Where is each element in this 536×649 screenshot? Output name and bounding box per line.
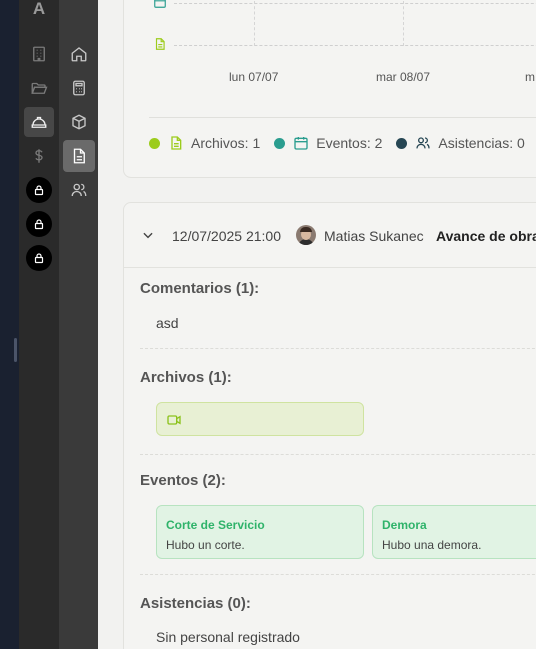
entry-timestamp: 12/07/2025 21:00 xyxy=(172,228,281,244)
day-divider xyxy=(403,1,404,46)
box-icon xyxy=(72,114,86,130)
timeline-card: lun 07/07 mar 08/07 m Archivos: 1 Evento… xyxy=(123,0,536,178)
lock-icon xyxy=(34,185,44,196)
legend-files: Archivos: 1 xyxy=(149,135,260,151)
resize-handle[interactable] xyxy=(14,338,17,362)
log-entry-card: 12/07/2025 21:00 Matias Sukanec Avance d… xyxy=(123,202,536,649)
locked-module-2[interactable] xyxy=(26,211,52,237)
materials-nav-item[interactable] xyxy=(63,106,95,138)
day-label: lun 07/07 xyxy=(229,70,279,84)
main-content: lun 07/07 mar 08/07 m Archivos: 1 Evento… xyxy=(98,0,536,649)
document-icon xyxy=(73,148,85,164)
legend-attendance-label: Asistencias: 0 xyxy=(438,135,525,151)
folder-open-icon xyxy=(31,82,48,94)
calendar-icon xyxy=(154,0,166,8)
files-title: Archivos (1): xyxy=(140,369,232,386)
legend-events-label: Eventos: 2 xyxy=(316,135,383,151)
divider xyxy=(140,454,536,455)
attendance-empty: Sin personal registrado xyxy=(156,629,300,645)
finance-nav-item[interactable] xyxy=(24,141,54,171)
comments-title: Comentarios (1): xyxy=(140,280,260,297)
dollar-icon xyxy=(35,149,43,163)
divider xyxy=(140,574,536,575)
day-divider xyxy=(254,1,255,46)
divider xyxy=(149,117,536,118)
event-title: Demora xyxy=(382,518,427,532)
timeline-row-events xyxy=(174,3,536,4)
entry-header[interactable]: 12/07/2025 21:00 Matias Sukanec Avance d… xyxy=(124,203,536,268)
timeline-row-files xyxy=(174,45,536,46)
entry-type: Avance de obra xyxy=(436,228,536,244)
legend-dot xyxy=(149,137,160,149)
primary-sidebar: A xyxy=(19,0,59,649)
budget-nav-item[interactable] xyxy=(63,72,95,104)
legend-dot xyxy=(274,137,286,149)
entry-author: Matias Sukanec xyxy=(324,228,424,244)
day-label: mar 08/07 xyxy=(376,70,431,84)
file-attachment[interactable] xyxy=(156,402,364,436)
home-nav-item[interactable] xyxy=(63,38,95,70)
event-title: Corte de Servicio xyxy=(166,518,265,532)
legend-attendance: Asistencias: 0 xyxy=(396,135,525,151)
projects-nav-item[interactable] xyxy=(24,73,54,103)
event-card[interactable]: Corte de Servicio Hubo un corte. xyxy=(156,505,364,559)
works-nav-item[interactable] xyxy=(24,107,54,137)
event-desc: Hubo un corte. xyxy=(166,538,245,552)
building-icon xyxy=(33,46,45,62)
window-edge xyxy=(0,0,19,649)
events-title: Eventos (2): xyxy=(140,472,226,489)
attendance-title: Asistencias (0): xyxy=(140,595,251,612)
buildings-nav-item[interactable] xyxy=(24,39,54,69)
event-card[interactable]: Demora Hubo una demora. xyxy=(372,505,536,559)
file-icon xyxy=(171,136,182,150)
comment-text: asd xyxy=(156,315,179,331)
legend-files-label: Archivos: 1 xyxy=(191,135,261,151)
video-icon xyxy=(167,415,181,425)
secondary-sidebar xyxy=(59,0,98,649)
home-icon xyxy=(71,47,87,62)
locked-module-3[interactable] xyxy=(26,245,52,271)
users-icon xyxy=(71,183,87,197)
calculator-icon xyxy=(73,80,85,96)
logbook-nav-item[interactable] xyxy=(63,140,95,172)
calendar-icon xyxy=(294,137,308,150)
day-label: m xyxy=(525,70,535,84)
divider xyxy=(140,348,536,349)
users-icon xyxy=(416,137,431,149)
lock-icon xyxy=(34,219,44,230)
chevron-down-icon[interactable] xyxy=(141,228,155,242)
timeline-legend: Archivos: 1 Eventos: 2 Asistencias: 0 xyxy=(149,135,536,151)
event-desc: Hubo una demora. xyxy=(382,538,482,552)
legend-dot xyxy=(396,137,408,149)
avatar xyxy=(296,225,316,245)
locked-module-1[interactable] xyxy=(26,177,52,203)
legend-events: Eventos: 2 xyxy=(274,135,382,151)
hard-hat-icon xyxy=(31,116,47,128)
file-icon xyxy=(155,38,165,50)
team-nav-item[interactable] xyxy=(63,174,95,206)
app-logo: A xyxy=(32,0,46,18)
lock-icon xyxy=(34,253,44,264)
